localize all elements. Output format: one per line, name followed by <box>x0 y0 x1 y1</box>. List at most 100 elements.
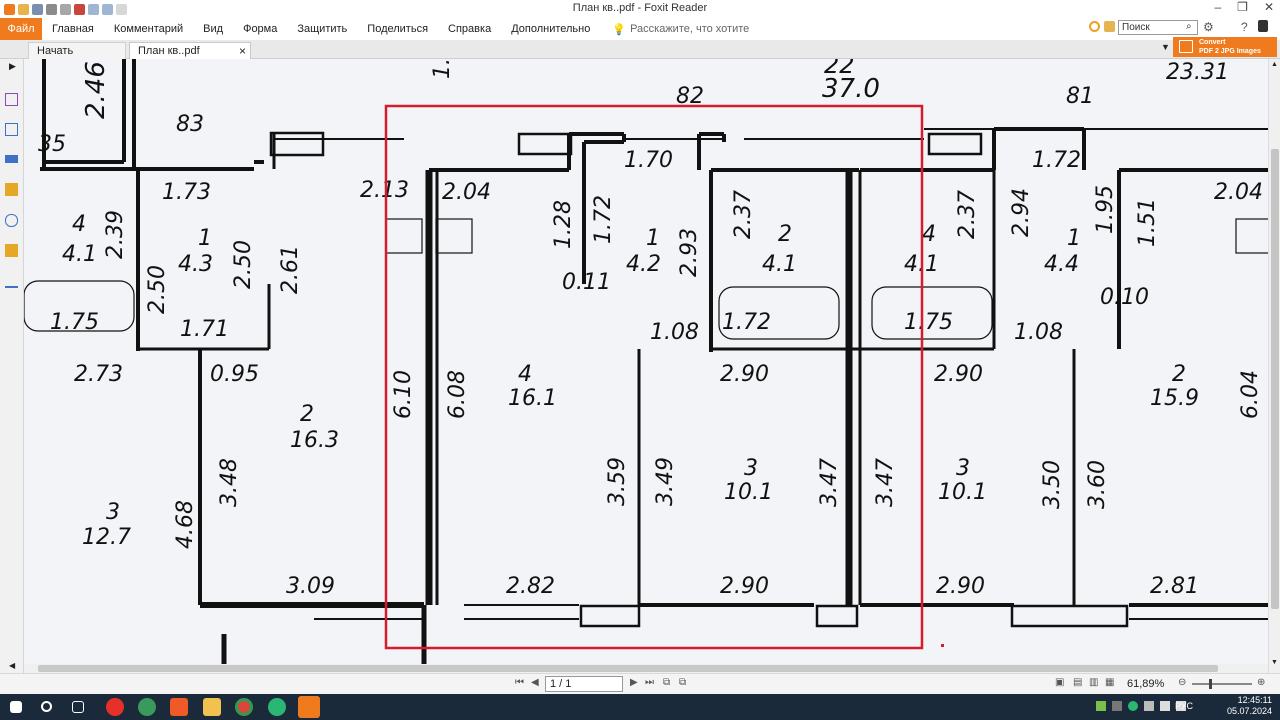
antivirus-tray-icon[interactable] <box>1096 701 1106 711</box>
bookmark-icon[interactable] <box>5 93 18 106</box>
convert-line1: Convert <box>1199 39 1226 46</box>
layers-icon[interactable] <box>5 155 18 163</box>
help-icon[interactable]: ? <box>1241 20 1248 34</box>
wifi-tray-icon[interactable] <box>1160 701 1170 711</box>
single-page-icon[interactable]: ▣ <box>1055 677 1064 688</box>
page-copy-icon[interactable]: ⧉ <box>663 677 670 688</box>
next-page-icon[interactable]: ▶ <box>630 677 638 688</box>
scroll-down-icon[interactable]: ▼ <box>1271 659 1278 666</box>
menu-home[interactable]: Главная <box>42 18 104 40</box>
plan-dimension-label: 3.48 <box>217 458 242 507</box>
undo-icon[interactable] <box>88 3 99 15</box>
zoom-slider-thumb[interactable] <box>1209 679 1212 689</box>
save-icon[interactable] <box>32 3 43 15</box>
plan-dimension-label: 4.2 <box>626 252 661 277</box>
hand-tool-icon[interactable] <box>116 3 127 15</box>
menu-form[interactable]: Форма <box>233 18 287 40</box>
menu-view[interactable]: Вид <box>193 18 233 40</box>
expand-sidebar-icon[interactable]: ▶ <box>9 61 16 72</box>
up-arrow-tray-icon[interactable] <box>1112 701 1122 711</box>
vertical-scroll-thumb[interactable] <box>1271 149 1279 609</box>
menu-help[interactable]: Справка <box>438 18 501 40</box>
email-icon[interactable] <box>60 3 71 15</box>
lock-icon[interactable] <box>5 244 18 257</box>
plan-dimension-label: 2 <box>778 222 792 247</box>
continuous-page-icon[interactable]: ▤ <box>1073 677 1082 688</box>
menu-protect[interactable]: Защитить <box>287 18 357 40</box>
yandex-icon[interactable] <box>106 698 124 716</box>
open-icon[interactable] <box>18 3 29 15</box>
foxit-taskbar-icon[interactable] <box>298 696 320 718</box>
settings-icon[interactable]: ⚙ <box>1203 20 1214 34</box>
last-page-icon[interactable]: ⏭ <box>645 677 654 688</box>
window-controls: – ❐ ✕ <box>1214 0 1274 14</box>
clock[interactable]: 12:45:11 05.07.2024 <box>1227 695 1272 717</box>
plan-dimension-label: 35 <box>38 132 66 157</box>
search-icon[interactable]: ⌕ <box>1186 21 1192 32</box>
sun-icon[interactable] <box>1089 21 1100 32</box>
maximize-icon[interactable]: ❐ <box>1237 0 1248 14</box>
cloud-tray-icon[interactable] <box>1144 701 1154 711</box>
plan-dimension-label: 4.1 <box>62 242 97 267</box>
scroll-up-icon[interactable]: ▲ <box>1271 61 1278 68</box>
menu-extra[interactable]: Дополнительно <box>501 18 600 40</box>
collapse-panel-icon[interactable]: ◀ <box>9 661 15 670</box>
chrome-icon[interactable] <box>235 698 253 716</box>
app-green-icon[interactable] <box>138 698 156 716</box>
tab-plan-label: План кв..pdf <box>138 45 200 57</box>
menu-share[interactable]: Поделиться <box>357 18 438 40</box>
windows-start-icon[interactable] <box>10 701 22 713</box>
task-view-icon[interactable] <box>72 701 84 713</box>
plan-dimension-label: 1.72 <box>722 310 771 335</box>
page-number-input[interactable]: 1 / 1 <box>545 676 623 692</box>
zoom-in-icon[interactable]: ⊕ <box>1257 677 1265 688</box>
brave-icon[interactable] <box>170 698 188 716</box>
pdf-create-icon[interactable] <box>74 3 85 15</box>
convert-pdf-button[interactable]: Convert PDF 2 JPG Images <box>1173 37 1277 57</box>
tab-close-icon[interactable]: × <box>239 44 246 58</box>
horizontal-scroll-thumb[interactable] <box>38 665 1218 672</box>
taskbar-search-icon[interactable] <box>41 701 52 712</box>
find-icon[interactable] <box>1104 21 1115 32</box>
comments-icon[interactable] <box>5 183 18 196</box>
page-export-icon[interactable]: ⧉ <box>679 677 686 688</box>
zoom-slider[interactable] <box>1192 683 1252 685</box>
close-icon[interactable]: ✕ <box>1264 0 1274 14</box>
zoom-level[interactable]: 61,89% <box>1127 678 1164 690</box>
plan-dimension-label: 1.71 <box>180 317 229 342</box>
plan-dimension-label: 1 <box>646 226 660 251</box>
plan-dimension-label: 2.13 <box>360 178 409 203</box>
tab-start-label: Начать <box>37 45 74 57</box>
first-page-icon[interactable]: ⏮ <box>515 677 524 688</box>
network-tray-icon[interactable] <box>1128 701 1138 711</box>
tab-dropdown-icon[interactable]: ▼ <box>1161 42 1170 52</box>
document-view[interactable]: 2.46831.55822237.08123.31351.701.721.732… <box>24 59 1268 664</box>
mail-icon[interactable] <box>268 698 286 716</box>
tab-start[interactable]: Начать <box>28 42 126 59</box>
redo-icon[interactable] <box>102 3 113 15</box>
menu-comment[interactable]: Комментарий <box>104 18 193 40</box>
attachment-icon[interactable] <box>5 214 18 227</box>
account-icon[interactable] <box>1258 20 1268 32</box>
tell-me-text: Расскажите, что хотите <box>630 23 750 35</box>
tab-plan-pdf[interactable]: План кв..pdf × <box>129 42 251 59</box>
menu-file[interactable]: Файл <box>0 18 42 40</box>
file-explorer-icon[interactable] <box>203 698 221 716</box>
plan-dimension-label: 6.08 <box>445 370 470 419</box>
plan-dimension-label: 2.39 <box>103 210 128 259</box>
vertical-scrollbar[interactable]: ▲ ▼ <box>1268 59 1280 673</box>
horizontal-scrollbar[interactable] <box>24 664 1268 673</box>
pages-icon[interactable] <box>5 123 18 136</box>
cover-page-icon[interactable]: ▦ <box>1105 677 1114 688</box>
print-icon[interactable] <box>46 3 57 15</box>
zoom-out-icon[interactable]: ⊖ <box>1178 677 1186 688</box>
plan-dimension-label: 2.37 <box>955 190 980 239</box>
plan-dimension-label: 2.50 <box>145 265 170 314</box>
plan-dimension-label: 23.31 <box>1166 60 1229 85</box>
tell-me-box[interactable]: 💡 Расскажите, что хотите <box>600 23 749 36</box>
facing-page-icon[interactable]: ▥ <box>1089 677 1098 688</box>
language-indicator[interactable]: РУС <box>1175 701 1193 711</box>
minimize-icon[interactable]: – <box>1214 0 1221 14</box>
prev-page-icon[interactable]: ◀ <box>531 677 539 688</box>
signature-icon[interactable] <box>5 275 18 288</box>
